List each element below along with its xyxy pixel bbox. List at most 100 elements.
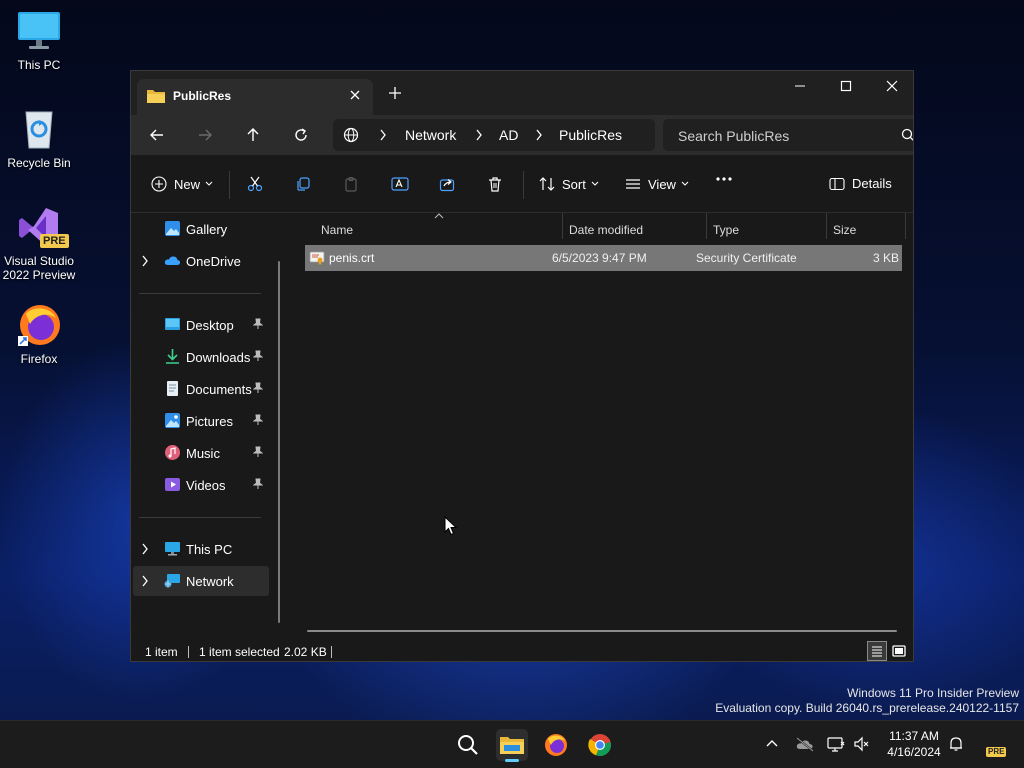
refresh-icon[interactable] xyxy=(291,125,311,145)
clock[interactable]: 11:37 AM 4/16/2024 xyxy=(878,728,950,760)
nav-item-onedrive[interactable]: OneDrive xyxy=(131,246,269,276)
tab-title: PublicRes xyxy=(173,89,232,103)
close-window-button[interactable] xyxy=(869,71,913,101)
video-icon xyxy=(164,476,181,493)
chevron-right-icon[interactable] xyxy=(535,129,543,141)
pin-icon[interactable] xyxy=(253,382,263,394)
selected-size: 2.02 KB xyxy=(284,645,327,659)
pin-icon[interactable] xyxy=(253,414,263,426)
taskbar-chrome-button[interactable] xyxy=(584,729,616,761)
paste-button[interactable] xyxy=(343,176,359,192)
download-icon xyxy=(164,348,181,365)
navigation-pane[interactable]: Gallery OneDrive Desktop Downloads Docum… xyxy=(131,213,283,643)
desktop-icon-this-pc[interactable]: This PC xyxy=(0,8,78,72)
file-explorer-window[interactable]: PublicRes Network AD PublicRes Search Pu… xyxy=(130,70,914,662)
pin-icon[interactable] xyxy=(253,318,263,330)
address-field[interactable]: Network AD PublicRes xyxy=(333,119,655,151)
active-app-indicator xyxy=(505,759,519,762)
breadcrumb-ad[interactable]: AD xyxy=(499,127,518,143)
recycle-bin-icon xyxy=(16,106,62,152)
nav-item-documents[interactable]: Documents xyxy=(131,374,269,404)
up-arrow-icon[interactable] xyxy=(243,125,263,145)
chevron-down-icon xyxy=(205,181,213,187)
table-row[interactable]: penis.crt 6/5/2023 9:47 PM Security Cert… xyxy=(305,245,902,271)
monitor-icon xyxy=(16,8,62,54)
column-header-name[interactable]: Name xyxy=(315,213,563,241)
desktop-icon-visual-studio[interactable]: PRE Visual Studio 2022 Preview xyxy=(0,204,78,282)
share-button[interactable] xyxy=(439,176,455,192)
globe-icon xyxy=(343,127,359,143)
breadcrumb-network[interactable]: Network xyxy=(405,127,456,143)
details-pane-button[interactable]: Details xyxy=(829,176,892,191)
nav-item-music[interactable]: Music xyxy=(131,438,269,468)
speaker-muted-icon[interactable] xyxy=(853,736,871,752)
chevron-right-icon[interactable] xyxy=(141,255,149,267)
nav-item-network[interactable]: Network xyxy=(133,566,269,596)
pin-icon[interactable] xyxy=(253,446,263,458)
network-icon xyxy=(164,572,181,589)
nav-item-desktop[interactable]: Desktop xyxy=(131,310,269,340)
share-icon xyxy=(439,176,455,192)
taskbar-firefox-button[interactable] xyxy=(540,729,572,761)
new-button[interactable]: New xyxy=(151,176,213,192)
title-bar[interactable]: PublicRes xyxy=(131,71,913,115)
chevron-right-icon[interactable] xyxy=(475,129,483,141)
horizontal-scrollbar[interactable] xyxy=(307,630,897,632)
column-header-type[interactable]: Type xyxy=(707,217,826,241)
network-status-icon[interactable] xyxy=(827,736,845,752)
column-header-date-modified[interactable]: Date modified xyxy=(563,217,706,241)
desktop-icon-firefox[interactable]: Firefox xyxy=(0,302,78,366)
column-header-size[interactable]: Size xyxy=(827,217,905,241)
taskbar-file-explorer-button[interactable] xyxy=(496,729,528,761)
show-hidden-icons-chevron-up-icon[interactable] xyxy=(765,736,779,750)
gallery-icon xyxy=(164,220,181,237)
chevron-right-icon[interactable] xyxy=(379,129,387,141)
ellipsis-icon xyxy=(715,176,733,182)
breadcrumb-publicres[interactable]: PublicRes xyxy=(559,127,622,143)
toolbar-separator xyxy=(523,171,524,199)
rename-button[interactable] xyxy=(391,176,409,192)
nav-item-downloads[interactable]: Downloads xyxy=(131,342,269,372)
copy-button[interactable] xyxy=(295,176,311,192)
cut-button[interactable] xyxy=(247,176,263,192)
close-tab-icon[interactable] xyxy=(347,87,363,103)
nav-item-pictures[interactable]: Pictures xyxy=(131,406,269,436)
minimize-button[interactable] xyxy=(777,71,823,101)
large-icons-view-icon[interactable] xyxy=(889,641,909,661)
details-view-icon[interactable] xyxy=(867,641,887,661)
view-button[interactable]: View xyxy=(625,176,689,192)
forward-arrow-icon[interactable] xyxy=(195,125,215,145)
folder-icon xyxy=(147,88,165,104)
sort-up-icon xyxy=(434,213,444,219)
firefox-icon xyxy=(16,302,62,348)
new-tab-icon[interactable] xyxy=(387,85,403,101)
nav-item-videos[interactable]: Videos xyxy=(131,470,269,500)
search-input[interactable]: Search PublicRes xyxy=(663,119,913,151)
pin-icon[interactable] xyxy=(253,478,263,490)
certificate-icon xyxy=(309,250,325,266)
onedrive-offline-icon[interactable] xyxy=(795,736,815,752)
details-pane-icon xyxy=(829,177,845,191)
chevron-right-icon[interactable] xyxy=(141,575,149,587)
tab-publicres[interactable]: PublicRes xyxy=(137,79,373,115)
pictures-icon xyxy=(164,412,181,429)
maximize-button[interactable] xyxy=(823,71,869,101)
chevron-right-icon[interactable] xyxy=(141,543,149,555)
pin-icon[interactable] xyxy=(253,350,263,362)
nav-pane-scrollbar[interactable] xyxy=(278,261,280,623)
cloud-icon xyxy=(164,252,181,269)
more-options-button[interactable] xyxy=(715,176,733,182)
back-arrow-icon[interactable] xyxy=(147,125,167,145)
desktop-icon-recycle-bin[interactable]: Recycle Bin xyxy=(0,106,78,170)
visual-studio-icon: PRE xyxy=(16,204,69,250)
notification-bell-icon[interactable] xyxy=(948,736,964,752)
desktop-icon xyxy=(164,316,181,333)
column-divider[interactable] xyxy=(905,213,906,239)
nav-item-this-pc[interactable]: This PC xyxy=(131,534,269,564)
delete-button[interactable] xyxy=(487,176,503,192)
nav-item-gallery[interactable]: Gallery xyxy=(131,214,269,244)
status-separator xyxy=(331,646,332,658)
file-list[interactable]: Name Date modified Type Size penis.crt 6… xyxy=(289,213,913,643)
sort-button[interactable]: Sort xyxy=(539,176,599,192)
taskbar-search-button[interactable] xyxy=(452,729,484,761)
